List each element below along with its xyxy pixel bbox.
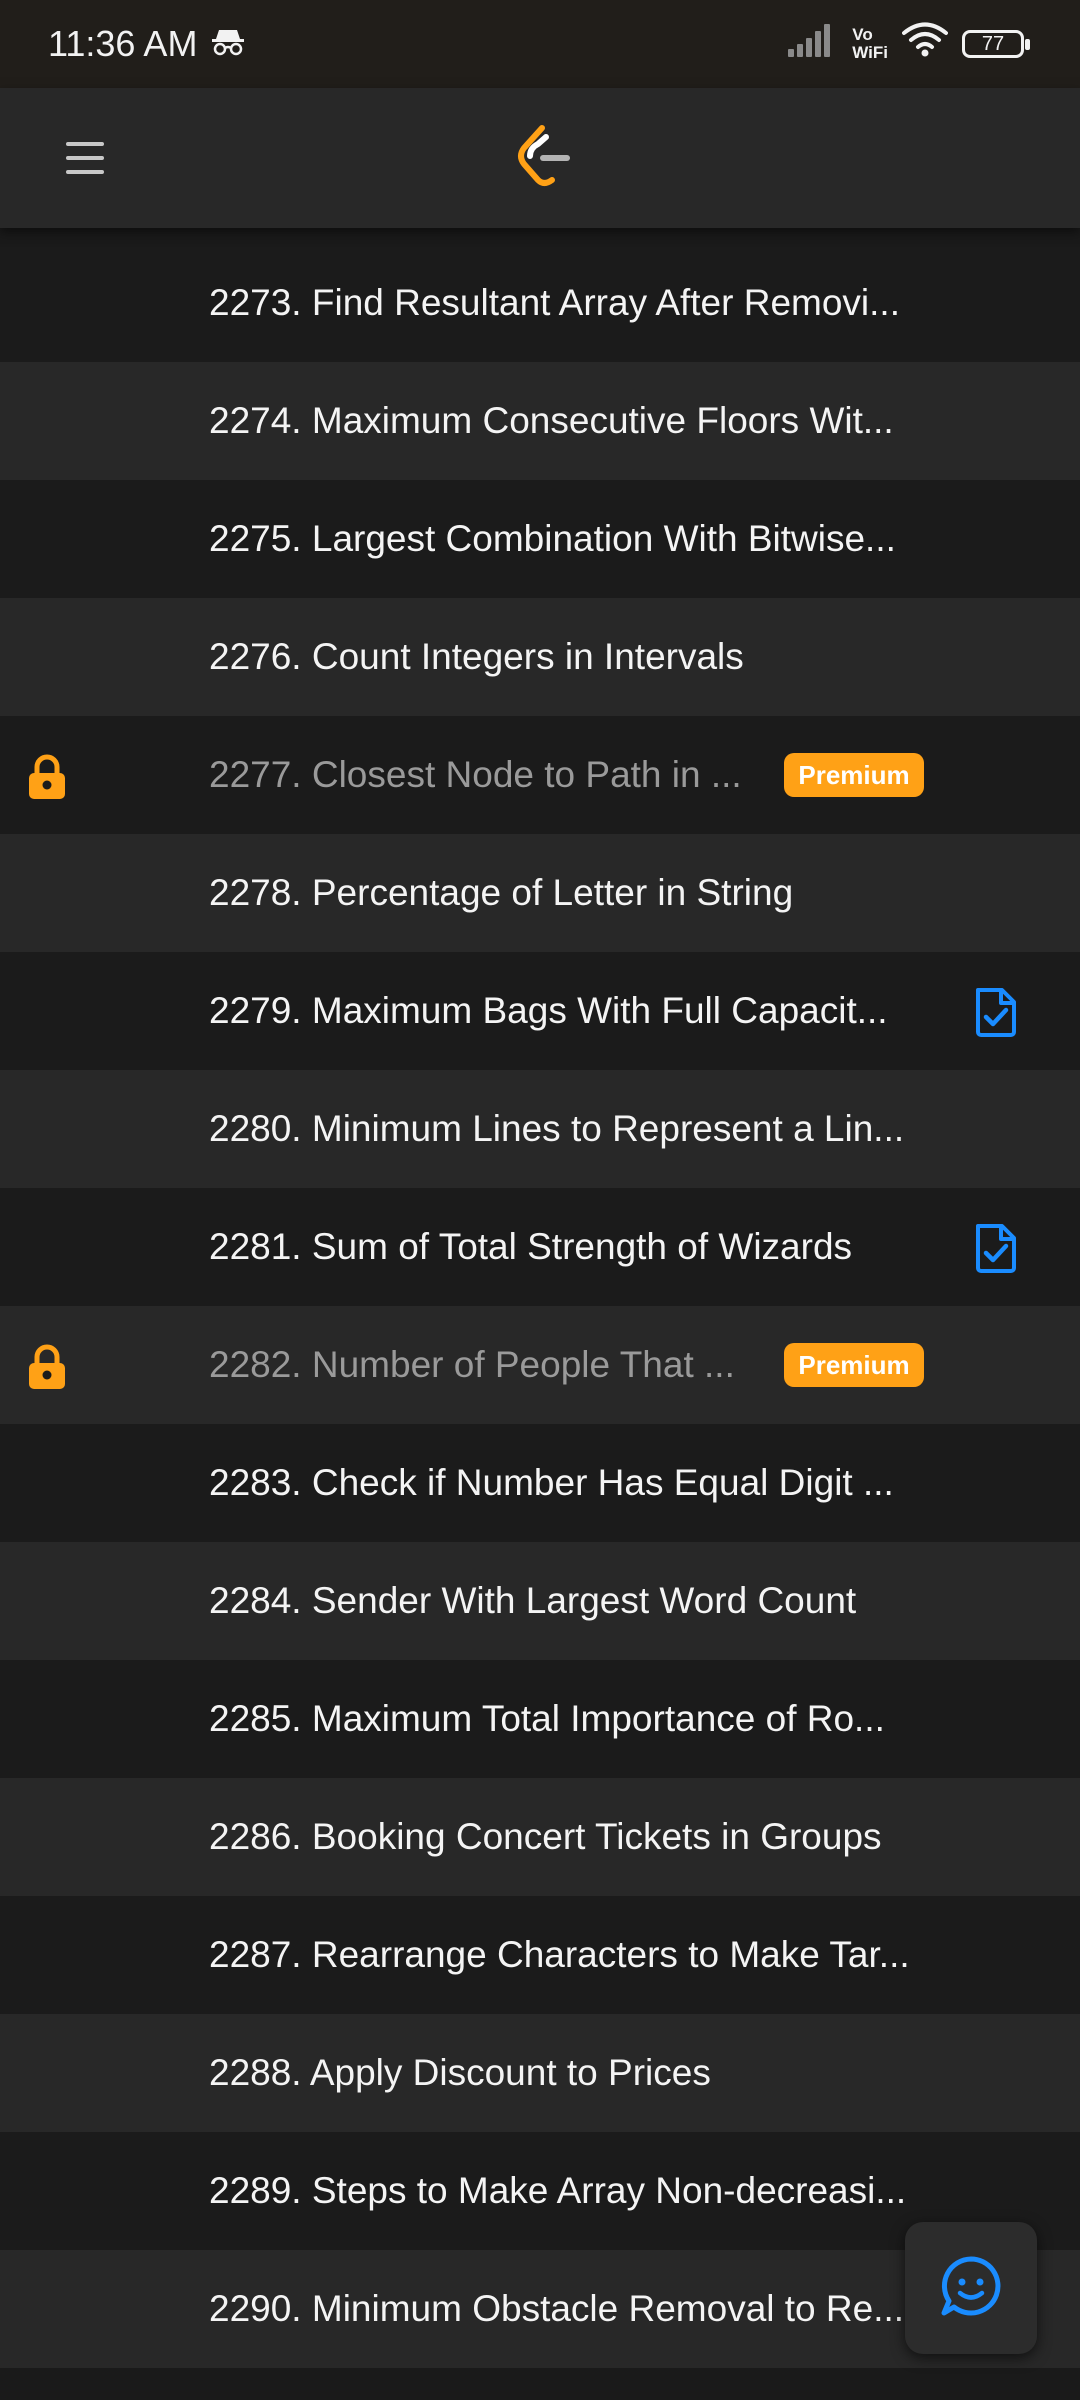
- problem-row[interactable]: 2286. Booking Concert Tickets in Groups: [0, 1778, 1080, 1896]
- vowifi-indicator: Vo WiFi: [852, 26, 888, 62]
- problem-row[interactable]: 2276. Count Integers in Intervals: [0, 598, 1080, 716]
- problem-title: 2289. Steps to Make Array Non-decreasi..…: [209, 2170, 907, 2211]
- status-right: Vo WiFi 77: [788, 22, 1030, 67]
- problem-row[interactable]: 2287. Rearrange Characters to Make Tar..…: [0, 1896, 1080, 2014]
- problem-list: 2273. Find Resultant Array After Removi.…: [0, 244, 1080, 2368]
- problem-row[interactable]: 2283. Check if Number Has Equal Digit ..…: [0, 1424, 1080, 1542]
- incognito-icon: [211, 23, 245, 65]
- lock-icon: [26, 754, 68, 800]
- feedback-chat-icon: [940, 2255, 1002, 2322]
- problem-title: 2288. Apply Discount to Prices: [209, 2052, 711, 2093]
- problem-row[interactable]: 2284. Sender With Largest Word Count: [0, 1542, 1080, 1660]
- problem-title: 2290. Minimum Obstacle Removal to Re...: [209, 2288, 905, 2329]
- problem-title: 2284. Sender With Largest Word Count: [209, 1580, 857, 1621]
- status-bar: 11:36 AM Vo WiFi 77: [0, 0, 1080, 88]
- problem-title: 2279. Maximum Bags With Full Capacit...: [209, 990, 888, 1031]
- premium-badge: Premium: [784, 1343, 924, 1387]
- battery-level: 77: [981, 32, 1005, 55]
- lock-icon: [26, 1344, 68, 1390]
- vowifi-bottom: WiFi: [852, 43, 888, 62]
- problem-row[interactable]: 2281. Sum of Total Strength of Wizards: [0, 1188, 1080, 1306]
- problem-row[interactable]: 2273. Find Resultant Array After Removi.…: [0, 244, 1080, 362]
- problem-title: 2280. Minimum Lines to Represent a Lin..…: [209, 1108, 905, 1149]
- wifi-icon: [902, 22, 948, 67]
- problem-title: 2281. Sum of Total Strength of Wizards: [209, 1226, 853, 1267]
- feedback-button[interactable]: [905, 2222, 1037, 2354]
- problem-title: 2275. Largest Combination With Bitwise..…: [209, 518, 896, 559]
- problem-row[interactable]: 2288. Apply Discount to Prices: [0, 2014, 1080, 2132]
- problem-title: 2287. Rearrange Characters to Make Tar..…: [209, 1934, 910, 1975]
- problem-row[interactable]: 2280. Minimum Lines to Represent a Lin..…: [0, 1070, 1080, 1188]
- problem-title: 2273. Find Resultant Array After Removi.…: [209, 282, 900, 323]
- vowifi-top: Vo: [852, 25, 873, 44]
- problem-row[interactable]: 2278. Percentage of Letter in String: [0, 834, 1080, 952]
- signal-icon: [788, 23, 838, 66]
- solved-check-icon: [972, 986, 1020, 1038]
- problem-row[interactable]: 2275. Largest Combination With Bitwise..…: [0, 480, 1080, 598]
- hamburger-menu-icon[interactable]: [60, 132, 112, 184]
- problem-row[interactable]: 2285. Maximum Total Importance of Ro...: [0, 1660, 1080, 1778]
- premium-badge: Premium: [784, 753, 924, 797]
- problem-title: 2278. Percentage of Letter in String: [209, 872, 794, 913]
- problem-title: 2276. Count Integers in Intervals: [209, 636, 744, 677]
- problem-title: 2285. Maximum Total Importance of Ro...: [209, 1698, 885, 1739]
- problem-title: 2286. Booking Concert Tickets in Groups: [209, 1816, 882, 1857]
- problem-title: 2283. Check if Number Has Equal Digit ..…: [209, 1462, 894, 1503]
- problem-row[interactable]: 2279. Maximum Bags With Full Capacit...: [0, 952, 1080, 1070]
- problem-row[interactable]: 2277. Closest Node to Path in ... Premium: [0, 716, 1080, 834]
- status-left: 11:36 AM: [48, 23, 245, 65]
- problem-title: 2277. Closest Node to Path in ...: [209, 754, 742, 795]
- app-bar: [0, 88, 1080, 228]
- problem-row[interactable]: 2274. Maximum Consecutive Floors Wit...: [0, 362, 1080, 480]
- problem-title: 2274. Maximum Consecutive Floors Wit...: [209, 400, 894, 441]
- leetcode-logo-icon[interactable]: [516, 124, 576, 192]
- solved-check-icon: [972, 1222, 1020, 1274]
- battery-icon: 77: [962, 30, 1030, 58]
- status-time: 11:36 AM: [48, 23, 198, 64]
- problem-title: 2282. Number of People That ...: [209, 1344, 735, 1385]
- problem-row[interactable]: 2282. Number of People That ... Premium: [0, 1306, 1080, 1424]
